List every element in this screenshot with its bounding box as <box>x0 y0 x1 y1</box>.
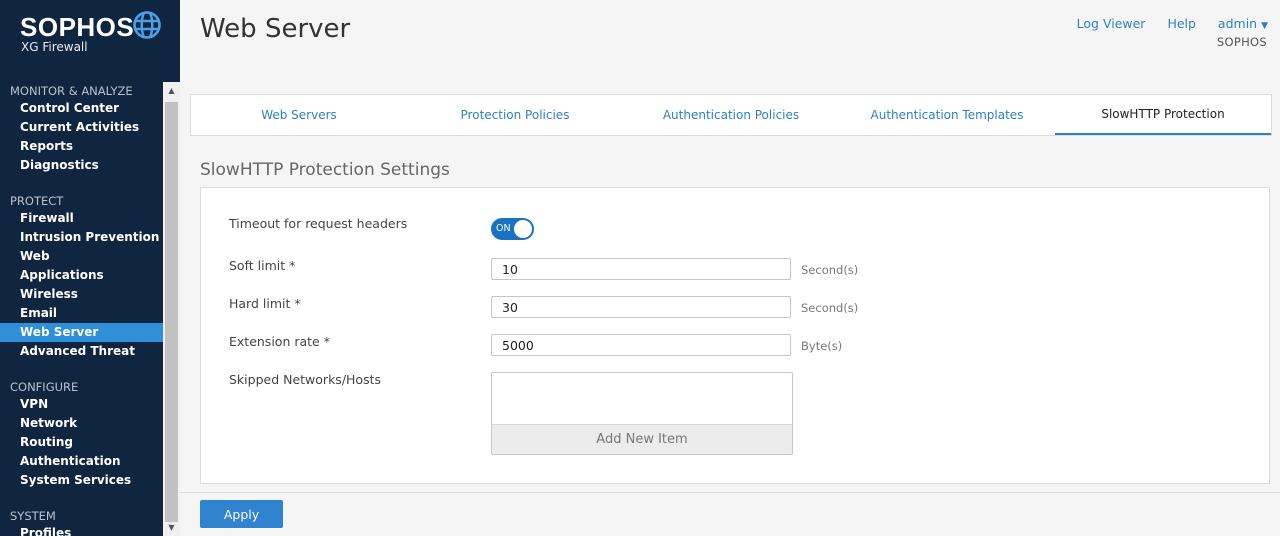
tab-bar: Web Servers Protection Policies Authenti… <box>190 94 1272 136</box>
sidebar-item-current-activities[interactable]: Current Activities <box>0 118 163 137</box>
scroll-thumb[interactable] <box>165 102 178 522</box>
tab-authentication-templates[interactable]: Authentication Templates <box>839 95 1055 135</box>
admin-label: admin <box>1217 16 1258 31</box>
brand: SOPHOS XG Firewall <box>20 8 170 58</box>
sidebar-item-web[interactable]: Web <box>0 247 163 266</box>
sidebar-item-advanced-threat[interactable]: Advanced Threat <box>0 342 163 361</box>
tab-slowhttp-protection[interactable]: SlowHTTP Protection <box>1055 95 1271 135</box>
settings-title: SlowHTTP Protection Settings <box>200 160 450 180</box>
scroll-up-arrow-icon[interactable]: ▲ <box>163 82 180 99</box>
soft-limit-input[interactable] <box>491 258 791 280</box>
sidebar-nav: MONITOR & ANALYZE Control Center Current… <box>0 82 163 536</box>
sidebar: SOPHOS XG Firewall MONITOR & ANALYZE Con… <box>0 0 180 536</box>
nav-section-system: SYSTEM <box>10 509 56 523</box>
sidebar-item-email[interactable]: Email <box>0 304 163 323</box>
toggle-knob <box>514 220 532 238</box>
hard-limit-label: Hard limit * <box>229 296 301 311</box>
sidebar-scrollbar[interactable]: ▲ ▼ <box>163 82 180 536</box>
apply-button[interactable]: Apply <box>200 500 283 528</box>
skipped-networks-list[interactable]: Add New Item <box>491 372 793 455</box>
caret-down-icon: ▼ <box>1261 21 1268 31</box>
sidebar-item-system-services[interactable]: System Services <box>0 471 163 490</box>
soft-limit-label: Soft limit * <box>229 258 296 273</box>
sidebar-item-wireless[interactable]: Wireless <box>0 285 163 304</box>
sidebar-item-control-center[interactable]: Control Center <box>0 99 163 118</box>
sidebar-item-profiles[interactable]: Profiles <box>0 524 163 536</box>
extension-rate-input[interactable] <box>491 334 791 356</box>
admin-org: SOPHOS <box>1216 35 1267 49</box>
top-links: Log Viewer Help admin ▼ <box>1059 16 1268 31</box>
soft-limit-unit: Second(s) <box>801 263 859 277</box>
toggle-state-text: ON <box>496 223 511 234</box>
skipped-networks-label: Skipped Networks/Hosts <box>229 372 382 387</box>
sidebar-item-firewall[interactable]: Firewall <box>0 209 163 228</box>
brand-name: SOPHOS <box>20 12 135 42</box>
sidebar-item-diagnostics[interactable]: Diagnostics <box>0 156 163 175</box>
nav-section-monitor: MONITOR & ANALYZE <box>10 84 133 98</box>
product-name: XG Firewall <box>21 40 88 54</box>
sidebar-item-routing[interactable]: Routing <box>0 433 163 452</box>
settings-panel: Timeout for request headers ON Soft limi… <box>200 187 1270 484</box>
sidebar-item-vpn[interactable]: VPN <box>0 395 163 414</box>
sidebar-item-web-server[interactable]: Web Server <box>0 323 163 342</box>
nav-section-configure: CONFIGURE <box>10 380 79 394</box>
log-viewer-link[interactable]: Log Viewer <box>1077 16 1146 31</box>
hard-limit-unit: Second(s) <box>801 301 859 315</box>
sidebar-item-authentication[interactable]: Authentication <box>0 452 163 471</box>
extension-rate-unit: Byte(s) <box>801 339 843 353</box>
extension-rate-label: Extension rate * <box>229 334 330 349</box>
tab-web-servers[interactable]: Web Servers <box>191 95 407 135</box>
sidebar-item-applications[interactable]: Applications <box>0 266 163 285</box>
sidebar-item-reports[interactable]: Reports <box>0 137 163 156</box>
globe-icon <box>133 11 161 39</box>
tab-protection-policies[interactable]: Protection Policies <box>407 95 623 135</box>
scroll-down-arrow-icon[interactable]: ▼ <box>163 519 180 536</box>
sidebar-item-network[interactable]: Network <box>0 414 163 433</box>
timeout-toggle[interactable]: ON <box>491 218 534 240</box>
hard-limit-input[interactable] <box>491 296 791 318</box>
help-link[interactable]: Help <box>1167 16 1196 31</box>
add-new-item-button[interactable]: Add New Item <box>492 424 792 454</box>
page-title: Web Server <box>200 14 351 44</box>
timeout-label: Timeout for request headers <box>229 216 408 231</box>
admin-menu[interactable]: admin ▼ <box>1218 16 1268 31</box>
nav-section-protect: PROTECT <box>10 194 64 208</box>
sidebar-item-intrusion-prevention[interactable]: Intrusion Prevention <box>0 228 163 247</box>
tab-authentication-policies[interactable]: Authentication Policies <box>623 95 839 135</box>
footer-divider <box>180 492 1280 493</box>
